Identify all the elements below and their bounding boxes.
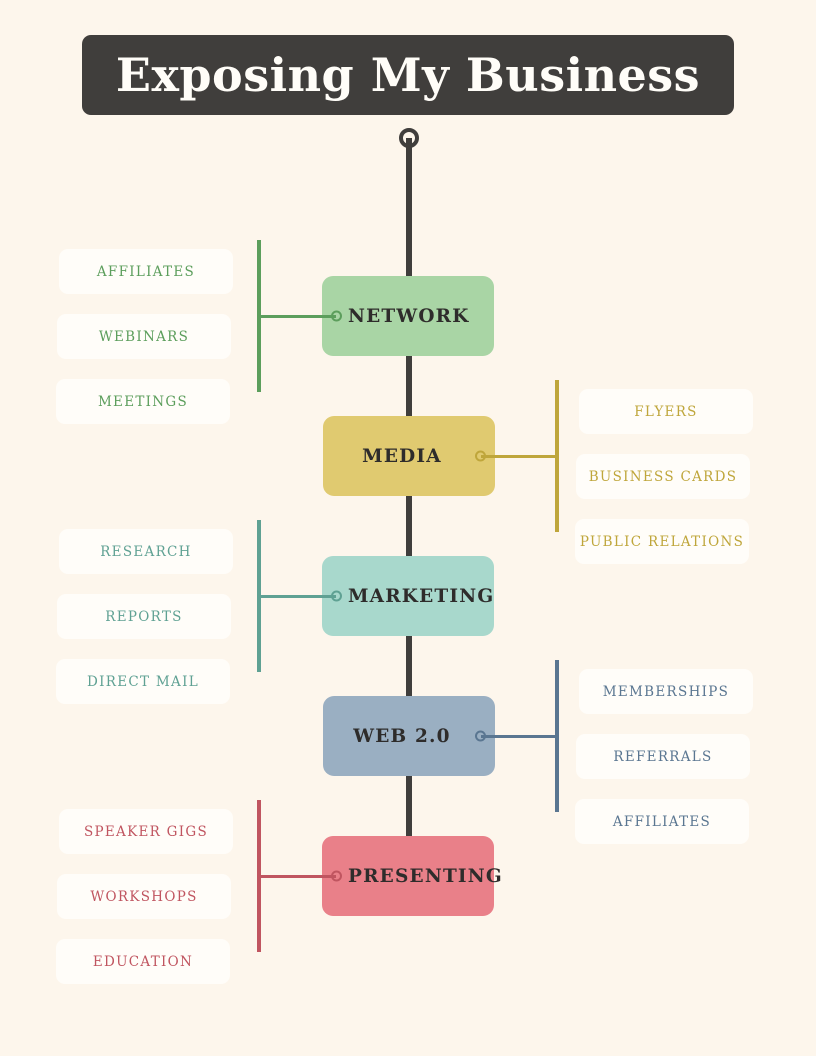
leaf-chip[interactable]: REPORTS bbox=[57, 594, 231, 639]
leaf-chip-label: DIRECT MAIL bbox=[87, 673, 199, 690]
leaf-chip-label: REPORTS bbox=[105, 608, 183, 625]
node-marketing[interactable]: MARKETING bbox=[322, 556, 494, 636]
leaf-chip[interactable]: PUBLIC RELATIONS bbox=[575, 519, 749, 564]
leaf-chip-label: AFFILIATES bbox=[96, 263, 196, 280]
leaf-chip-label: AFFILIATES bbox=[612, 813, 712, 830]
node-media[interactable]: MEDIA bbox=[323, 416, 495, 496]
leaf-chip[interactable]: REFERRALS bbox=[576, 734, 750, 779]
node-web20[interactable]: WEB 2.0 bbox=[323, 696, 495, 776]
leaf-chip[interactable]: FLYERS bbox=[579, 389, 753, 434]
leaf-chip[interactable]: MEMBERSHIPS bbox=[579, 669, 753, 714]
leaf-chip[interactable]: WEBINARS bbox=[57, 314, 231, 359]
branch-connector-web20 bbox=[481, 735, 557, 738]
node-presenting[interactable]: PRESENTING bbox=[322, 836, 502, 916]
leaf-chip[interactable]: AFFILIATES bbox=[575, 799, 749, 844]
branch-connector-marketing bbox=[259, 595, 336, 598]
node-label-marketing: MARKETING bbox=[348, 585, 495, 607]
leaf-chip[interactable]: DIRECT MAIL bbox=[56, 659, 230, 704]
page-title: Exposing My Business bbox=[115, 48, 701, 102]
leaf-chip-label: RESEARCH bbox=[100, 543, 192, 560]
title-bar: Exposing My Business bbox=[82, 35, 734, 115]
branch-connector-presenting bbox=[259, 875, 336, 878]
leaf-chip[interactable]: BUSINESS CARDS bbox=[576, 454, 750, 499]
leaf-chip[interactable]: MEETINGS bbox=[56, 379, 230, 424]
leaf-chip-label: MEETINGS bbox=[97, 393, 189, 410]
leaf-chip-label: REFERRALS bbox=[613, 748, 713, 765]
leaf-chip-label: EDUCATION bbox=[92, 953, 194, 970]
leaf-chip-label: MEMBERSHIPS bbox=[602, 683, 730, 700]
leaf-chip-label: WEBINARS bbox=[98, 328, 190, 345]
node-label-network: NETWORK bbox=[348, 305, 470, 327]
leaf-chip-label: WORKSHOPS bbox=[90, 888, 198, 905]
leaf-chip-label: SPEAKER GIGS bbox=[83, 823, 209, 840]
leaf-chip[interactable]: RESEARCH bbox=[59, 529, 233, 574]
node-label-web20: WEB 2.0 bbox=[353, 725, 451, 747]
leaf-chip-label: PUBLIC RELATIONS bbox=[579, 533, 745, 550]
leaf-chip[interactable]: EDUCATION bbox=[56, 939, 230, 984]
branch-connector-media bbox=[481, 455, 557, 458]
infographic-canvas: Exposing My Business NETWORK AFFILIATES WE… bbox=[0, 0, 816, 1056]
leaf-chip-label: BUSINESS CARDS bbox=[588, 468, 738, 485]
leaf-chip[interactable]: AFFILIATES bbox=[59, 249, 233, 294]
branch-connector-network bbox=[259, 315, 336, 318]
node-label-media: MEDIA bbox=[362, 445, 442, 467]
leaf-chip-label: FLYERS bbox=[634, 403, 698, 420]
node-label-presenting: PRESENTING bbox=[348, 865, 503, 887]
leaf-chip[interactable]: SPEAKER GIGS bbox=[59, 809, 233, 854]
node-network[interactable]: NETWORK bbox=[322, 276, 494, 356]
leaf-chip[interactable]: WORKSHOPS bbox=[57, 874, 231, 919]
